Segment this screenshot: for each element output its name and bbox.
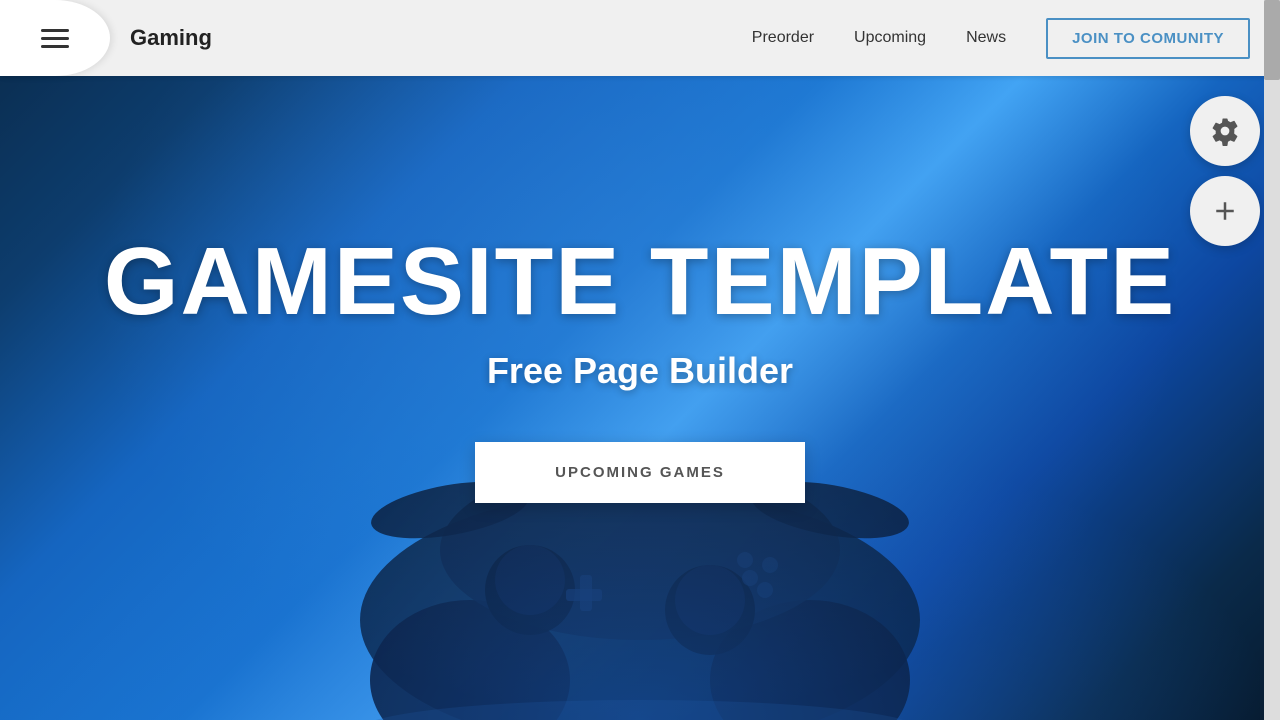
plus-icon — [1210, 196, 1240, 226]
join-community-button[interactable]: JOIN TO COMUNITY — [1046, 18, 1250, 59]
brand-logo: Gaming — [130, 25, 212, 51]
header: Gaming Preorder Upcoming News JOIN TO CO… — [0, 0, 1280, 76]
nav-item-upcoming[interactable]: Upcoming — [854, 29, 926, 47]
hero-subtitle: Free Page Builder — [487, 350, 793, 392]
nav-item-news[interactable]: News — [966, 29, 1006, 47]
hero-content: GAMESITE TEMPLATE Free Page Builder UPCO… — [0, 76, 1280, 720]
main-nav: Preorder Upcoming News JOIN TO COMUNITY — [752, 18, 1250, 59]
menu-button[interactable] — [0, 0, 110, 76]
scrollbar-thumb[interactable] — [1264, 0, 1280, 80]
add-button[interactable] — [1190, 176, 1260, 246]
gear-icon — [1210, 116, 1240, 146]
nav-item-preorder[interactable]: Preorder — [752, 29, 814, 47]
upcoming-games-button[interactable]: UPCOMING GAMES — [475, 442, 805, 503]
hamburger-icon — [41, 29, 69, 48]
scrollbar[interactable] — [1264, 0, 1280, 720]
settings-button[interactable] — [1190, 96, 1260, 166]
hero-title: GAMESITE TEMPLATE — [104, 234, 1176, 330]
